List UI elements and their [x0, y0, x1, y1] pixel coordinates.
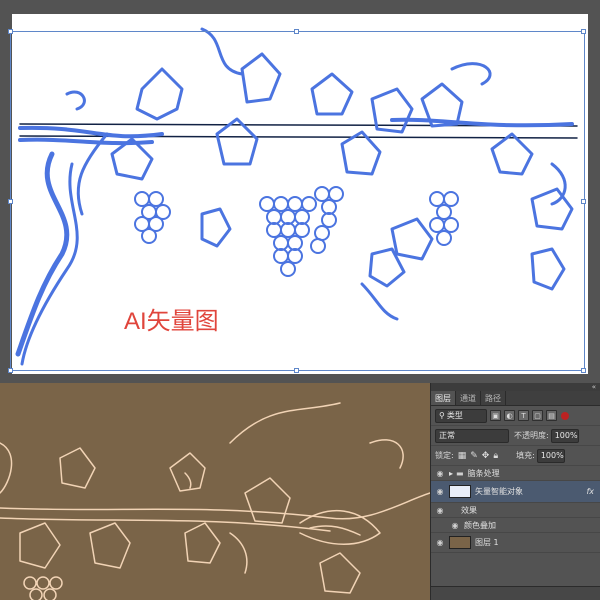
lock-fill-row: 锁定: ▦ ✎ ✥ 🔒︎ 填充: 100% — [431, 446, 600, 466]
fill-label: 填充: — [516, 451, 535, 460]
layer-name: 矢量智能对象 — [475, 487, 523, 496]
filter-row: ⚲ 类型 ▣ ◐ T ▢ ▤ — [431, 406, 600, 426]
lock-position-icon[interactable]: ✥ — [482, 451, 490, 461]
filter-kind-dropdown[interactable]: ⚲ 类型 — [435, 408, 487, 423]
opacity-label: 不透明度: — [514, 431, 549, 440]
blend-mode-dropdown[interactable]: 正常 — [435, 428, 509, 443]
resize-handle-bottom-right[interactable] — [581, 368, 586, 373]
opacity-value: 100% — [554, 431, 578, 440]
resize-handle-right[interactable] — [581, 199, 586, 204]
opacity-input[interactable]: 100% — [550, 428, 579, 443]
fx-icon[interactable]: fx — [586, 487, 594, 496]
fill-value: 100% — [540, 451, 564, 460]
blend-opacity-row: 正常 不透明度: 100% — [431, 426, 600, 446]
filter-toggle[interactable] — [561, 411, 569, 420]
tab-channels[interactable]: 通道 — [456, 391, 481, 405]
panel-bottom-bar — [431, 586, 600, 600]
layer-item-group[interactable]: ◉ ▸ ▬ 脑条处理 — [431, 466, 600, 481]
adjustment-filter-icon[interactable]: ◐ — [504, 410, 515, 421]
eye-icon[interactable]: ◉ — [434, 506, 446, 515]
layer-name: 图层 1 — [475, 538, 499, 547]
resize-handle-top[interactable] — [294, 29, 299, 34]
expand-arrow-icon[interactable]: ▸ — [449, 469, 453, 478]
ps-canvas — [0, 383, 430, 600]
panel-collapse-icon[interactable]: « — [592, 383, 596, 391]
ai-canvas-area: AI矢量图 — [0, 0, 600, 383]
lock-pixels-icon[interactable]: ✎ — [470, 451, 478, 461]
lock-label: 锁定: — [435, 451, 454, 460]
lock-transparency-icon[interactable]: ▦ — [458, 451, 467, 461]
layers-panel: « 图层 通道 路径 ⚲ 类型 ▣ ◐ T ▢ ▤ 正常 不透明度: 100% — [430, 383, 600, 600]
eye-icon[interactable]: ◉ — [434, 487, 446, 496]
line-art-vine — [0, 402, 430, 600]
image-filter-icon[interactable]: ▣ — [490, 410, 501, 421]
tab-paths[interactable]: 路径 — [481, 391, 506, 405]
filter-kind-label: 类型 — [446, 411, 463, 420]
effect-name: 颜色叠加 — [464, 520, 496, 530]
fill-input[interactable]: 100% — [536, 448, 565, 463]
layer-thumbnail — [449, 536, 471, 549]
grape-vine-vector-art — [15, 27, 578, 366]
lock-all-icon[interactable]: 🔒︎ — [493, 451, 498, 461]
folder-icon: ▬ — [456, 468, 464, 478]
smart-object-filter-icon[interactable]: ▤ — [546, 410, 557, 421]
resize-handle-bottom-left[interactable] — [8, 368, 13, 373]
eye-icon[interactable]: ◉ — [434, 469, 446, 478]
resize-handle-top-right[interactable] — [581, 29, 586, 34]
effects-label: 效果 — [461, 505, 477, 515]
eye-icon[interactable]: ◉ — [434, 538, 446, 547]
resize-handle-bottom[interactable] — [294, 368, 299, 373]
ai-artboard: AI矢量图 — [12, 14, 588, 374]
layer-effects-header[interactable]: ◉ 效果 — [431, 503, 600, 518]
eye-icon[interactable]: ◉ — [449, 521, 461, 530]
panel-tabs: 图层 通道 路径 — [431, 391, 600, 406]
resize-handle-left[interactable] — [8, 199, 13, 204]
layer-item-smart-object[interactable]: ◉ 矢量智能对象 fx — [431, 481, 600, 503]
app-root: AI矢量图 « 图层 通道 路径 ⚲ 类型 ▣ ◐ T ▢ ▤ 正常 不透明度:… — [0, 0, 600, 600]
ai-vector-label: AI矢量图 — [124, 308, 219, 335]
tab-layers[interactable]: 图层 — [431, 391, 456, 405]
search-icon: ⚲ — [439, 411, 445, 420]
type-filter-icon[interactable]: T — [518, 410, 529, 421]
layer-effect-color-overlay[interactable]: ◉ 颜色叠加 — [431, 518, 600, 533]
smart-object-thumbnail — [449, 485, 471, 498]
blend-mode-value: 正常 — [439, 431, 455, 440]
resize-handle-top-left[interactable] — [8, 29, 13, 34]
shape-filter-icon[interactable]: ▢ — [532, 410, 543, 421]
layer-name: 脑条处理 — [467, 468, 500, 478]
panel-top-bar: « — [431, 383, 600, 391]
layer-item-raster[interactable]: ◉ 图层 1 — [431, 533, 600, 553]
